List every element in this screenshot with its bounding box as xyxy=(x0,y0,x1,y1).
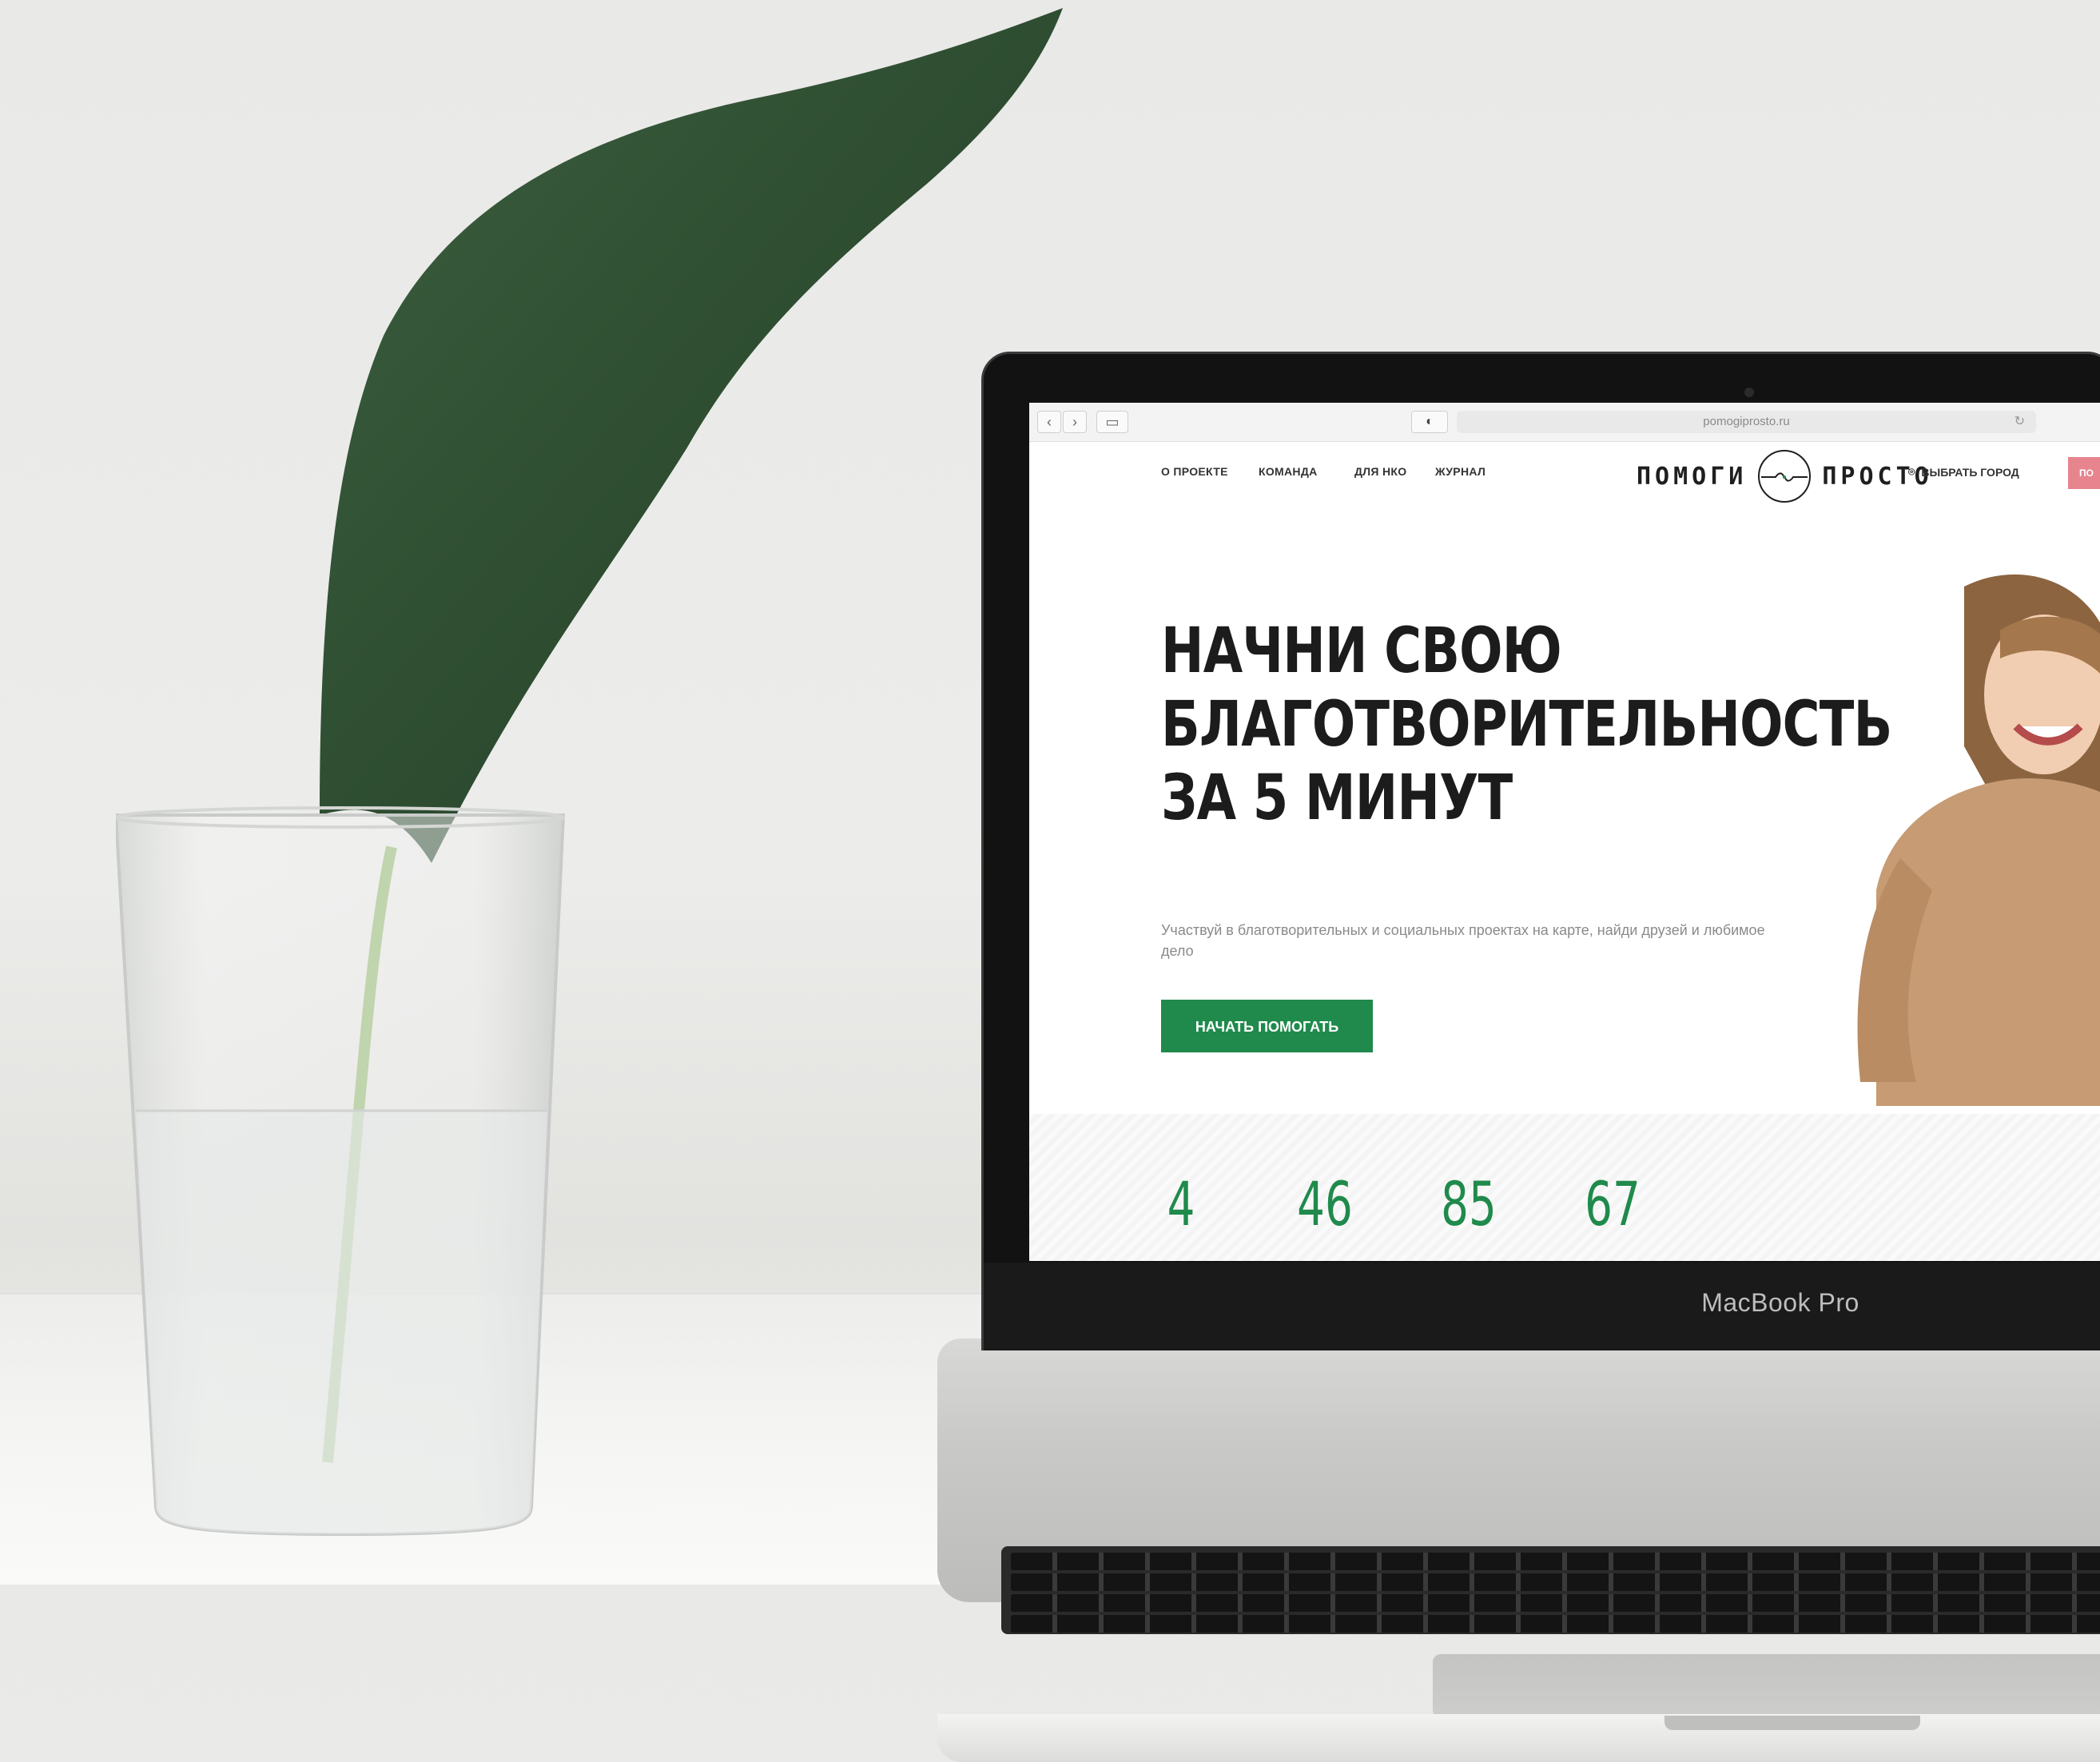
chevron-right-icon[interactable]: › xyxy=(1063,411,1087,433)
browser-toolbar: ‹ › ▭ ◐ pomogiprosto.ru ↻ xyxy=(1029,403,2100,442)
reload-icon[interactable]: ↻ xyxy=(2014,411,2025,433)
laptop-chin xyxy=(984,1263,2100,1350)
laptop-front-edge xyxy=(937,1714,2100,1762)
city-selector-label: ВЫБРАТЬ ГОРОД xyxy=(1921,465,2019,479)
logo-word-left: ПОМОГИ xyxy=(1637,462,1748,491)
city-selector[interactable]: ⌾ ВЫБРАТЬ ГОРОД xyxy=(1908,465,2019,479)
stat-value: 46 xyxy=(1297,1168,1353,1239)
nav-link-nko[interactable]: ДЛЯ НКО xyxy=(1354,465,1406,478)
hero-subtitle: Участвуй в благотворительных и социальны… xyxy=(1161,922,1765,959)
stat-value: 85 xyxy=(1441,1168,1497,1239)
glass-vase xyxy=(116,806,566,1537)
laptop: MacBook Pro ‹ › ▭ ◐ pomogiprosto.ru ↻ О … xyxy=(937,352,2100,1762)
sidebar-icon[interactable]: ▭ xyxy=(1096,411,1128,433)
nav-link-journal[interactable]: ЖУРНАЛ xyxy=(1435,465,1486,478)
hero-person-photo xyxy=(1857,574,2100,1106)
site-header: О ПРОЕКТЕ КОМАНДА ДЛЯ НКО ЖУРНАЛ ПОМОГИ … xyxy=(1029,441,2100,508)
url-text: pomogiprosto.ru xyxy=(1703,415,1790,428)
shield-icon[interactable]: ◐ xyxy=(1411,411,1448,433)
hero-title-line: ЗА 5 МИНУТ xyxy=(1161,762,1513,834)
address-bar[interactable]: pomogiprosto.ru ↻ xyxy=(1457,411,2036,433)
stat-value: 4 xyxy=(1167,1168,1195,1239)
hero-title: НАЧНИ СВОЮ БЛАГОТВОРИТЕЛЬНОСТЬ ЗА 5 МИНУ… xyxy=(1161,615,1892,835)
laptop-notch xyxy=(1664,1716,1920,1730)
laptop-brand-label: MacBook Pro xyxy=(1701,1288,1859,1317)
camera-icon xyxy=(1744,388,1754,397)
trackpad xyxy=(1433,1654,2100,1718)
laptop-screen: ‹ › ▭ ◐ pomogiprosto.ru ↻ О ПРОЕКТЕ КОМА… xyxy=(1029,403,2100,1261)
hero-title-line: НАЧНИ СВОЮ xyxy=(1161,615,1562,687)
start-helping-button[interactable]: НАЧАТЬ ПОМОГАТЬ xyxy=(1161,1000,1373,1052)
location-pin-icon: ⌾ xyxy=(1908,465,1915,478)
site-logo[interactable]: ПОМОГИ ПРОСТО xyxy=(1637,450,1933,503)
nav-link-team[interactable]: КОМАНДА xyxy=(1259,465,1318,478)
header-cta-button[interactable]: ПО xyxy=(2068,457,2100,489)
chevron-left-icon[interactable]: ‹ xyxy=(1037,411,1061,433)
hands-emblem-icon xyxy=(1758,450,1812,503)
hero-title-line: БЛАГОТВОРИТЕЛЬНОСТЬ xyxy=(1161,689,1892,761)
nav-link-about[interactable]: О ПРОЕКТЕ xyxy=(1161,465,1228,478)
stat-value: 67 xyxy=(1585,1168,1641,1239)
laptop-base xyxy=(937,1338,2100,1762)
keyboard xyxy=(1001,1546,2100,1634)
